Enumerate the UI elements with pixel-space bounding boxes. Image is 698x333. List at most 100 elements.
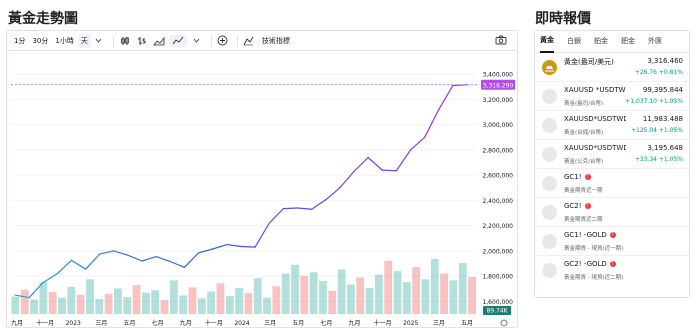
volume-bar [95, 298, 104, 314]
quote-row-gc1[interactable]: GC1!! 黃金期貨近一期 [535, 169, 689, 198]
interval-1min[interactable]: 1分 [11, 34, 28, 48]
quote-row-gc2-gold[interactable]: GC2! -GOLD! 黃金期貨 - 現貨(近二期) [535, 256, 689, 285]
price-line-segment [367, 156, 383, 171]
toolbar-divider [236, 34, 238, 47]
symbol-logo-icon [542, 263, 557, 278]
quote-price: 3,195.648 [647, 144, 683, 152]
tab-platinum[interactable]: 鉑金 [594, 31, 608, 52]
settings-gear-icon [500, 319, 508, 327]
y-tick-label: 3,200,000 [482, 97, 513, 104]
last-price-label: 3,316.290 [483, 82, 514, 89]
volume-bar [412, 267, 421, 314]
x-tick-label: 十一月 [36, 319, 54, 327]
tab-forex[interactable]: 外匯 [648, 31, 662, 52]
quote-symbol: XAUUSD *USDTWD [564, 86, 626, 94]
price-line-segment [339, 170, 355, 189]
x-tick-label: 五月 [292, 320, 304, 327]
x-tick-label: 2023 [66, 320, 81, 327]
x-tick-label: 三月 [264, 320, 276, 327]
volume-bar [272, 286, 281, 314]
price-line-segment [141, 255, 157, 262]
quote-symbol: XAUUSD*USDTWD/ [564, 144, 626, 152]
interval-30min[interactable]: 30分 [29, 34, 51, 48]
symbol-logo-icon [542, 205, 557, 220]
volume-bar [225, 296, 234, 314]
volume-bar [30, 299, 38, 314]
volume-bar [58, 297, 66, 314]
camera-icon[interactable] [494, 34, 508, 46]
volume-bar [430, 259, 439, 314]
y-tick-label: 2,400,000 [482, 198, 513, 205]
x-tick-label: 2025 [403, 320, 418, 327]
price-line-segment [169, 261, 186, 268]
volume-bar [132, 285, 141, 314]
price-line-segment [268, 208, 284, 224]
x-tick-label: 九月 [180, 319, 192, 327]
chevron-down-icon[interactable] [190, 35, 204, 47]
quote-row-gold-usd[interactable]: 黃金(盎司/美元) 3,316.460 +26.76 +0.81% [535, 53, 689, 82]
add-compare-icon[interactable] [216, 35, 230, 47]
indicators-button[interactable]: 技術指標 [259, 34, 293, 48]
price-line-segment [353, 156, 369, 172]
interval-1hour[interactable]: 1小時 [52, 34, 76, 48]
quote-change: +33.34 +1.05% [634, 156, 683, 163]
price-line-segment [296, 207, 313, 210]
x-tick-label: 九月 [348, 319, 360, 327]
volume-bar [188, 287, 197, 314]
x-tick-label: 五月 [461, 320, 473, 327]
quotes-panel: 黃金 白銀 鉑金 鈀金 外匯 黃金(盎司/美元) 3,316.460 +26.7… [534, 30, 690, 298]
price-line-segment [424, 108, 440, 138]
volume-bar [263, 297, 271, 314]
quote-description: 黃金期貨 - 現貨(近一期) [564, 246, 624, 252]
tab-palladium[interactable]: 鈀金 [621, 31, 635, 52]
volume-bar [11, 296, 20, 314]
quote-symbol: GC2!! [564, 202, 591, 210]
volume-label: 89.74K [486, 308, 508, 315]
quote-row-gold-twd-gram[interactable]: XAUUSD*USDTWD/ 黃金(公克/台幣) 3,195.648 +33.3… [535, 140, 689, 169]
price-line-segment [212, 243, 228, 250]
price-line-segment [381, 169, 397, 172]
tab-silver[interactable]: 白銀 [567, 31, 581, 52]
tab-gold[interactable]: 黃金 [540, 31, 554, 53]
price-line-segment [70, 259, 87, 270]
quote-row-gc1-gold[interactable]: GC1! -GOLD! 黃金期貨 - 現貨(近一期) [535, 227, 689, 256]
quote-symbol: GC1!! [564, 173, 591, 181]
volume-bar [253, 278, 262, 314]
symbol-logo-icon [542, 147, 557, 162]
x-tick-label: 十一月 [205, 319, 223, 327]
quote-row-gc2[interactable]: GC2!! 黃金期貨近二期 [535, 198, 689, 227]
volume-bar [235, 287, 243, 314]
chevron-down-icon[interactable] [92, 35, 106, 47]
x-tick-label: 2024 [234, 320, 249, 327]
price-line-segment [226, 243, 242, 248]
y-tick-label: 2,600,000 [482, 173, 513, 180]
y-tick-label: 3,000,000 [482, 122, 513, 129]
quote-description: 黃金(台錢/台幣) [564, 130, 604, 136]
volume-bar [244, 293, 253, 314]
area-style-icon[interactable] [152, 35, 166, 47]
price-chart[interactable]: 3,400,000 3,200,000 3,000,000 2,800,000 2,60… [7, 52, 517, 328]
volume-bar [402, 282, 411, 314]
line-style-icon[interactable] [168, 34, 187, 47]
quote-change: +125.04 +1.05% [630, 127, 683, 134]
quote-symbol: XAUUSD*USDTWD/ [564, 115, 626, 123]
x-tick-label: 三月 [433, 320, 445, 327]
quote-row-gold-twd-ounce[interactable]: XAUUSD *USDTWD 黃金(盎司/台幣) 99,395.844 +1,0… [535, 82, 689, 111]
chart-section-title: 黃金走勢圖 [8, 11, 78, 27]
quote-change: +26.76 +0.81% [634, 69, 683, 76]
quote-price: 11,983.488 [642, 115, 683, 123]
bar-style-icon[interactable] [135, 35, 149, 47]
volume-bar [309, 272, 318, 314]
x-tick-label: 五月 [123, 320, 135, 327]
candle-style-icon[interactable] [118, 35, 132, 47]
indicators-icon[interactable] [242, 35, 256, 47]
interval-day[interactable]: 天 [77, 33, 91, 48]
y-tick-label: 3,400,000 [482, 72, 513, 79]
quote-description: 黃金期貨 - 現貨(近二期) [564, 275, 624, 281]
quote-description: 黃金(盎司/台幣) [564, 101, 604, 107]
x-tick-label: 七月 [320, 319, 332, 327]
volume-bar [347, 284, 355, 314]
quote-row-gold-twd-tael[interactable]: XAUUSD*USDTWD/ 黃金(台錢/台幣) 11,983.488 +125… [535, 111, 689, 140]
price-line-segment [409, 136, 426, 151]
volume-bar [114, 288, 122, 314]
